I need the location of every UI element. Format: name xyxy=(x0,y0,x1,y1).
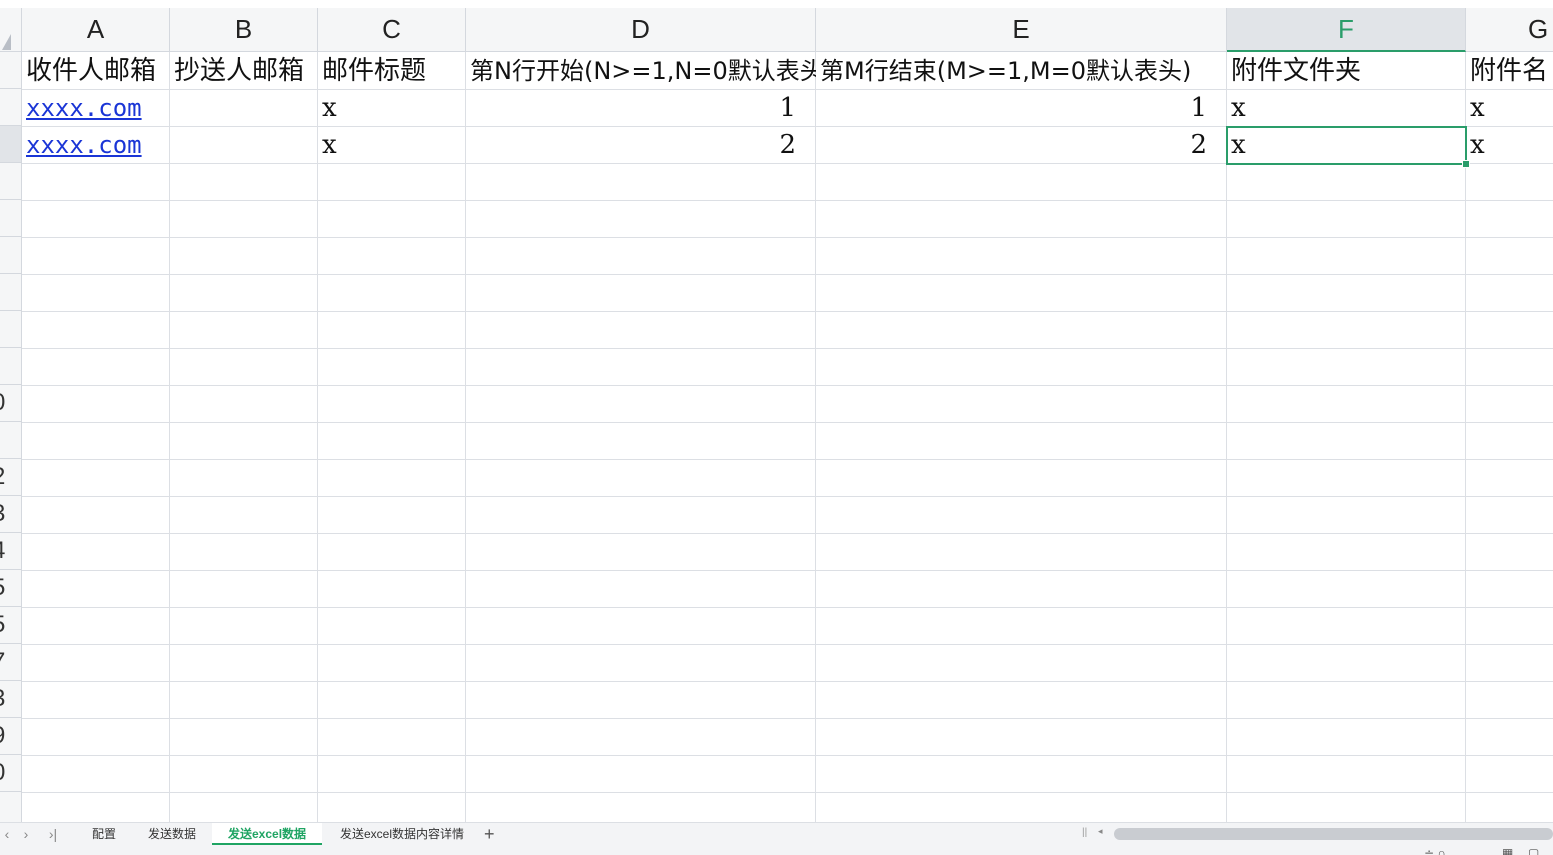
select-all-corner[interactable] xyxy=(0,8,22,52)
row-header[interactable] xyxy=(0,422,22,459)
tab-send-data[interactable]: 发送数据 xyxy=(132,823,212,845)
tab-send-excel-data-details[interactable]: 发送excel数据内容详情 xyxy=(324,823,480,845)
scroll-left-icon[interactable]: ◂ xyxy=(1098,826,1103,837)
row-header[interactable] xyxy=(0,89,22,126)
normal-view-icon[interactable]: ▦ xyxy=(1502,847,1513,855)
gridline xyxy=(22,459,1553,460)
gridline xyxy=(22,644,1553,645)
row-header[interactable]: 3 xyxy=(0,681,22,718)
gridline xyxy=(22,681,1553,682)
gridline xyxy=(22,200,1553,201)
gridline xyxy=(22,237,1553,238)
cell-attachment-folder[interactable]: x xyxy=(1227,89,1466,126)
gridline xyxy=(169,52,170,822)
gridline xyxy=(22,311,1553,312)
gridline xyxy=(22,163,1553,164)
gridline xyxy=(22,755,1553,756)
row-header[interactable]: 2 xyxy=(0,459,22,496)
row-header[interactable] xyxy=(0,126,22,163)
row-header[interactable]: 0 xyxy=(0,755,22,792)
last-sheet-icon[interactable]: ›| xyxy=(44,825,62,843)
status-icon: ∸ ∩ xyxy=(1424,846,1447,855)
gridline xyxy=(22,274,1553,275)
cell-attachment-name[interactable]: x xyxy=(1466,89,1553,126)
column-header-d[interactable]: D xyxy=(466,8,816,52)
column-header-f[interactable]: F xyxy=(1227,8,1466,52)
gridline xyxy=(22,533,1553,534)
gridline xyxy=(22,385,1553,386)
row-header[interactable]: 3 xyxy=(0,496,22,533)
cell-attachment-folder-header[interactable]: 附件文件夹 xyxy=(1227,52,1466,89)
cell-cc-email[interactable] xyxy=(170,89,318,126)
cell-end-row[interactable]: 2 xyxy=(816,126,1227,163)
corner-select-all-icon xyxy=(2,34,11,50)
page-view-icon[interactable]: ▢ xyxy=(1528,847,1539,855)
row-header[interactable]: 7 xyxy=(0,644,22,681)
sheet-tab-bar: ‹ › ›| 配置 发送数据 发送excel数据 发送excel数据内容详情 +… xyxy=(0,822,1553,845)
cell-start-row[interactable]: 1 xyxy=(466,89,816,126)
cell-recipient-email[interactable]: xxxx.com xyxy=(22,89,170,126)
prev-sheet-icon[interactable]: ‹ xyxy=(0,825,14,843)
column-header-c[interactable]: C xyxy=(318,8,466,52)
cell-start-row-header[interactable]: 第N行开始(N>=1,N=0默认表头) xyxy=(466,52,816,89)
gridline xyxy=(22,496,1553,497)
cell-cc-email[interactable] xyxy=(170,126,318,163)
row-header[interactable]: 5 xyxy=(0,607,22,644)
row-header[interactable] xyxy=(0,237,22,274)
row-header[interactable]: 4 xyxy=(0,533,22,570)
row-header[interactable]: 0 xyxy=(0,385,22,422)
status-bar: ∸ ∩ ▦ ▢ xyxy=(0,845,1553,855)
gridline xyxy=(465,52,466,822)
cell-subject[interactable]: x xyxy=(318,89,466,126)
gridline xyxy=(22,607,1553,608)
column-header-a[interactable]: A xyxy=(22,8,170,52)
next-sheet-icon[interactable]: › xyxy=(19,825,33,843)
gridline xyxy=(22,422,1553,423)
tab-config[interactable]: 配置 xyxy=(76,823,132,845)
row-header[interactable] xyxy=(0,311,22,348)
gridline xyxy=(22,718,1553,719)
gridline xyxy=(317,52,318,822)
cell-attachment-folder-active[interactable]: x xyxy=(1227,126,1466,163)
horizontal-scrollbar[interactable] xyxy=(1114,828,1553,840)
add-sheet-icon[interactable]: + xyxy=(484,823,495,845)
column-header-e[interactable]: E xyxy=(816,8,1227,52)
spreadsheet-grid[interactable]: A B C D E F G 0 2 3 4 5 5 7 3 9 0 收件人邮箱 xyxy=(0,0,1553,822)
cell-subject-header[interactable]: 邮件标题 xyxy=(318,52,466,89)
scroll-grip-icon[interactable]: || xyxy=(1082,827,1087,838)
cell-attachment-name[interactable]: x xyxy=(1466,126,1553,163)
cell-start-row[interactable]: 2 xyxy=(466,126,816,163)
gridline xyxy=(22,570,1553,571)
gridline xyxy=(22,348,1553,349)
gridline xyxy=(1226,52,1227,822)
fill-handle[interactable] xyxy=(1462,160,1470,168)
row-header[interactable] xyxy=(0,200,22,237)
cell-end-row-header[interactable]: 第M行结束(M>=1,M=0默认表头) xyxy=(816,52,1227,89)
cell-recipient-email[interactable]: xxxx.com xyxy=(22,126,170,163)
cell-end-row[interactable]: 1 xyxy=(816,89,1227,126)
toolbar-edge xyxy=(0,0,1553,8)
row-header[interactable] xyxy=(0,348,22,385)
row-header[interactable] xyxy=(0,792,22,822)
row-header[interactable] xyxy=(0,52,22,89)
column-header-g[interactable]: G xyxy=(1466,8,1553,52)
cell-subject[interactable]: x xyxy=(318,126,466,163)
gridline xyxy=(815,52,816,822)
cell-attachment-name-header[interactable]: 附件名 xyxy=(1466,52,1553,89)
row-header[interactable]: 5 xyxy=(0,570,22,607)
column-header-b[interactable]: B xyxy=(170,8,318,52)
cell-cc-header[interactable]: 抄送人邮箱 xyxy=(170,52,318,89)
cell-recipient-header[interactable]: 收件人邮箱 xyxy=(22,52,170,89)
gridline xyxy=(22,792,1553,793)
tab-send-excel-data[interactable]: 发送excel数据 xyxy=(212,823,323,845)
row-header[interactable] xyxy=(0,274,22,311)
row-header[interactable] xyxy=(0,163,22,200)
row-header[interactable]: 9 xyxy=(0,718,22,755)
